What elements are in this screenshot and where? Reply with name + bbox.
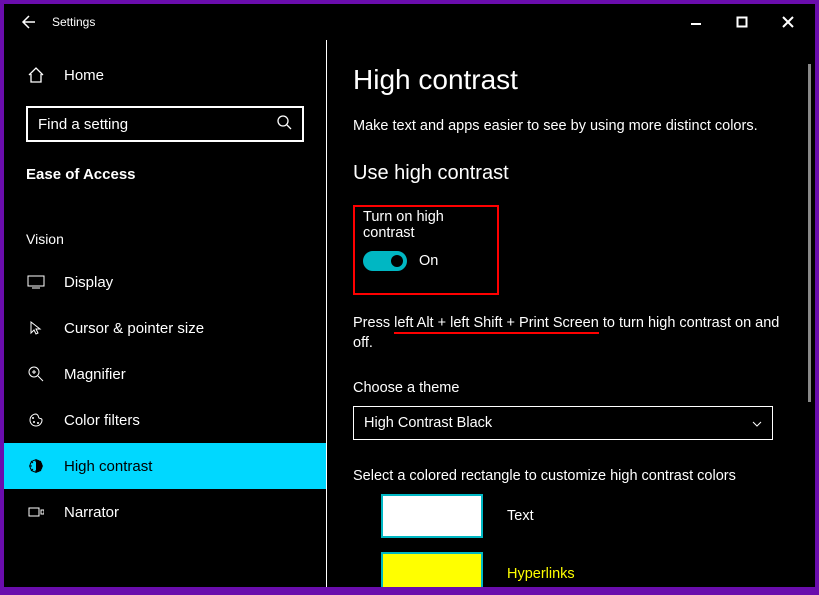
search-box[interactable] [26, 106, 304, 142]
toggle-label: Turn on high contrast [363, 209, 487, 241]
sidebar-item-cursor[interactable]: Cursor & pointer size [4, 305, 326, 351]
sidebar-item-magnifier[interactable]: Magnifier [4, 351, 326, 397]
toggle-state: On [419, 253, 438, 269]
sidebar-item-label: Magnifier [64, 366, 126, 383]
sidebar-item-display[interactable]: Display [4, 259, 326, 305]
search-icon [276, 114, 292, 135]
sidebar-item-high-contrast[interactable]: High contrast [4, 443, 326, 489]
theme-dropdown[interactable]: High Contrast Black [353, 406, 773, 440]
choose-theme-label: Choose a theme [353, 380, 793, 396]
annotation-highlight: Turn on high contrast On [353, 205, 499, 295]
narrator-icon [26, 505, 46, 519]
swatch-hyperlinks-label: Hyperlinks [507, 566, 575, 582]
high-contrast-toggle[interactable] [363, 251, 407, 271]
close-icon [782, 16, 794, 28]
sidebar-item-label: High contrast [64, 458, 152, 475]
palette-icon [26, 412, 46, 428]
minimize-icon [690, 16, 702, 28]
arrow-left-icon [20, 14, 36, 30]
maximize-icon [736, 16, 748, 28]
window-title: Settings [52, 15, 95, 29]
home-icon [26, 66, 46, 84]
display-icon [26, 275, 46, 289]
minimize-button[interactable] [673, 8, 719, 36]
magnifier-icon [26, 366, 46, 382]
sidebar-item-label: Display [64, 274, 113, 291]
titlebar: Settings [4, 4, 815, 40]
window-controls [673, 8, 811, 36]
page-description: Make text and apps easier to see by usin… [353, 118, 793, 134]
swatch-text-label: Text [507, 508, 534, 524]
toggle-knob [391, 255, 403, 267]
sidebar-group-vision: Vision [4, 231, 326, 247]
swatch-hyperlinks-row: Hyperlinks [381, 552, 793, 587]
cursor-icon [26, 320, 46, 336]
sidebar-item-narrator[interactable]: Narrator [4, 489, 326, 535]
sidebar-item-label: Cursor & pointer size [64, 320, 204, 337]
sidebar-item-label: Narrator [64, 504, 119, 521]
back-button[interactable] [8, 4, 48, 40]
shortcut-hint: Press left Alt + left Shift + Print Scre… [353, 313, 793, 354]
contrast-icon [26, 458, 46, 474]
home-link[interactable]: Home [26, 58, 304, 92]
customize-label: Select a colored rectangle to customize … [353, 468, 793, 484]
sidebar-nav: Display Cursor & pointer size Magnifier … [4, 259, 326, 535]
theme-selected-value: High Contrast Black [364, 415, 492, 431]
page-title: High contrast [353, 64, 793, 96]
shortcut-keys: left Alt + left Shift + Print Screen [394, 315, 599, 334]
section-use-high-contrast: Use high contrast [353, 162, 793, 185]
sidebar: Home Ease of Access Vision Display [4, 40, 326, 587]
search-input[interactable] [38, 116, 276, 133]
content-area: Home Ease of Access Vision Display [4, 40, 815, 587]
swatch-text[interactable] [381, 494, 483, 538]
swatch-text-row: Text [381, 494, 793, 538]
settings-window: Settings Home [4, 4, 815, 587]
close-button[interactable] [765, 8, 811, 36]
scrollbar[interactable] [808, 64, 811, 402]
maximize-button[interactable] [719, 8, 765, 36]
main-panel: High contrast Make text and apps easier … [327, 40, 815, 587]
swatch-hyperlinks[interactable] [381, 552, 483, 587]
sidebar-item-label: Color filters [64, 412, 140, 429]
sidebar-category: Ease of Access [26, 166, 304, 183]
home-label: Home [64, 67, 104, 84]
sidebar-item-color-filters[interactable]: Color filters [4, 397, 326, 443]
chevron-down-icon [752, 415, 762, 431]
